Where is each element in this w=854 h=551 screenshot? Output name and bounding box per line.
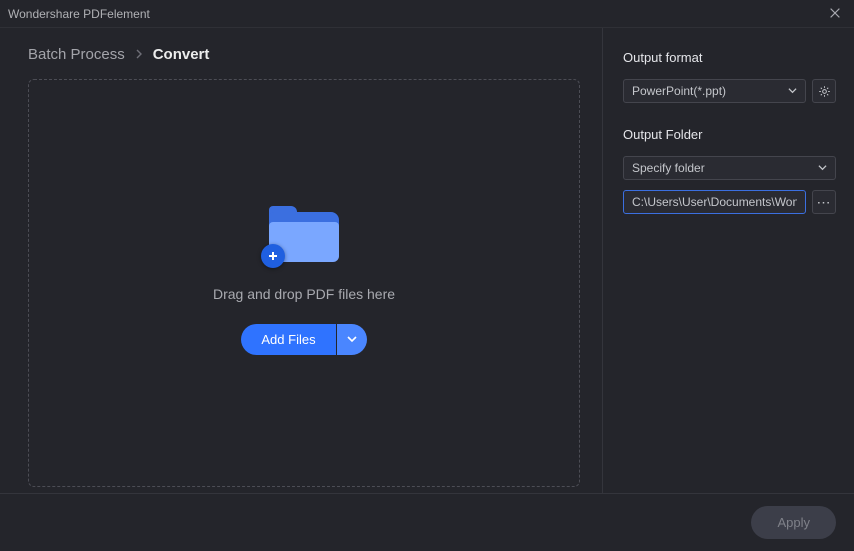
title-bar: Wondershare PDFelement [0, 0, 854, 28]
format-settings-button[interactable] [812, 79, 836, 103]
output-format-label: Output format [623, 50, 836, 65]
output-format-select[interactable]: PowerPoint(*.ppt) [623, 79, 806, 103]
chevron-down-icon [788, 84, 797, 98]
output-format-value: PowerPoint(*.ppt) [632, 84, 726, 98]
app-title: Wondershare PDFelement [8, 7, 150, 21]
main-area: Batch Process Convert Drag and drop PDF … [0, 28, 854, 493]
chevron-right-icon [135, 46, 143, 63]
close-icon [828, 6, 842, 20]
file-dropzone[interactable]: Drag and drop PDF files here Add Files [28, 79, 580, 487]
ellipsis-icon: ⋯ [817, 194, 832, 211]
breadcrumb-root[interactable]: Batch Process [28, 46, 125, 63]
output-folder-label: Output Folder [623, 127, 836, 142]
close-button[interactable] [828, 6, 844, 22]
output-folder-path-input[interactable] [623, 190, 806, 214]
output-folder-mode-value: Specify folder [632, 161, 705, 175]
browse-folder-button[interactable]: ⋯ [812, 190, 836, 214]
right-panel: Output format PowerPoint(*.ppt) Output F… [602, 28, 854, 493]
apply-button[interactable]: Apply [751, 506, 836, 539]
left-panel: Batch Process Convert Drag and drop PDF … [0, 28, 602, 493]
gear-icon [818, 85, 831, 98]
add-files-dropdown-button[interactable] [337, 324, 367, 355]
chevron-down-icon [347, 334, 357, 344]
add-files-button-group: Add Files [241, 324, 366, 355]
breadcrumb-current: Convert [153, 46, 210, 63]
dropzone-hint: Drag and drop PDF files here [213, 286, 395, 302]
breadcrumb: Batch Process Convert [28, 46, 580, 63]
output-folder-mode-select[interactable]: Specify folder [623, 156, 836, 180]
folder-add-icon [269, 212, 339, 264]
chevron-down-icon [818, 161, 827, 175]
footer-bar: Apply [0, 493, 854, 551]
add-files-button[interactable]: Add Files [241, 324, 335, 355]
